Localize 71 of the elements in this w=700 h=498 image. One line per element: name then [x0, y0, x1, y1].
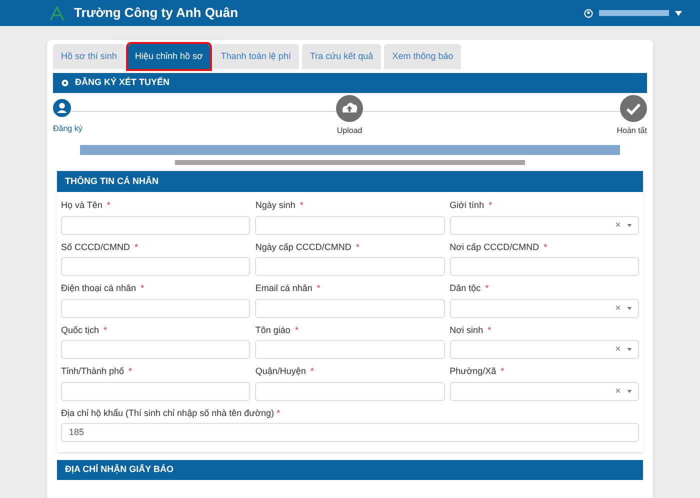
select-field[interactable]: × — [450, 382, 639, 400]
required-mark: * — [300, 200, 304, 210]
input-field[interactable] — [61, 340, 250, 359]
field-label: Số CCCD/CMND * — [61, 240, 140, 254]
required-mark: * — [316, 283, 320, 293]
select-field[interactable]: × — [450, 298, 639, 318]
field-label: Dân tộc * — [450, 282, 490, 295]
tab[interactable]: Xem thông báo — [384, 44, 462, 69]
field-label: Ngày sinh * — [255, 199, 304, 212]
field-label: Quốc tịch * — [61, 324, 108, 337]
field-label: Tỉnh/Thành phố * — [61, 365, 134, 378]
input-field[interactable] — [255, 216, 445, 234]
required-mark: * — [488, 200, 492, 210]
field-label: Email cá nhân * — [255, 282, 322, 295]
tab[interactable]: Hồ sơ thí sinh — [53, 44, 125, 69]
field-label: Nơi cấp CCCD/CMND * — [450, 240, 548, 254]
field-label: Phường/Xã * — [450, 365, 506, 378]
redacted-user-name — [599, 10, 669, 16]
required-mark: * — [104, 324, 108, 334]
step-label: Upload — [336, 125, 362, 137]
clear-button[interactable]: × — [615, 384, 621, 398]
field-label: Địa chỉ hộ khẩu (Thí sinh chỉ nhập số nhà tên đường) * — [61, 406, 282, 420]
tab[interactable]: Tra cứu kết quả — [302, 44, 382, 69]
caret-icon[interactable] — [626, 348, 632, 351]
required-mark: * — [500, 366, 504, 376]
input-field[interactable] — [255, 298, 445, 318]
caret-icon[interactable] — [675, 10, 682, 16]
required-mark: * — [488, 324, 492, 334]
input-field[interactable] — [255, 257, 445, 276]
caret-icon[interactable] — [626, 390, 632, 392]
field-label: Quận/Huyện * — [255, 365, 315, 378]
clear-button[interactable]: × — [615, 342, 621, 357]
caret-icon[interactable] — [626, 306, 632, 310]
field-label: Giới tính * — [450, 199, 494, 212]
tab[interactable]: Hiệu chỉnh hồ sơ — [128, 44, 210, 69]
logo-icon — [48, 5, 66, 21]
caret-icon[interactable] — [626, 224, 632, 226]
required-mark: * — [310, 366, 314, 376]
field-label: Điện thoại cá nhân * — [61, 282, 146, 295]
field-label: Họ và Tên * — [61, 199, 112, 212]
required-mark: * — [356, 242, 360, 252]
input-field[interactable] — [255, 382, 445, 400]
input-field[interactable] — [61, 216, 250, 234]
required-mark: * — [294, 324, 298, 334]
required-mark: * — [134, 242, 138, 252]
field-label: Nơi sinh * — [450, 324, 492, 336]
input-field[interactable] — [61, 382, 250, 400]
panel-header: THÔNG TIN CÁ NHÂN — [57, 171, 643, 192]
clear-button[interactable]: × — [615, 218, 621, 232]
step-label: Hoàn tất — [616, 125, 647, 137]
required-mark: * — [544, 242, 548, 252]
input-field[interactable] — [255, 340, 445, 359]
required-mark: * — [276, 408, 280, 418]
clear-button[interactable]: × — [615, 300, 621, 316]
input-field[interactable] — [450, 257, 639, 276]
select-field[interactable]: × — [450, 340, 639, 359]
input-field[interactable] — [61, 257, 250, 276]
required-mark: * — [106, 200, 110, 210]
required-mark: * — [485, 283, 489, 293]
field-label: Tôn giáo * — [255, 324, 300, 337]
required-mark: * — [140, 283, 144, 293]
step-label: Đăng ký — [53, 123, 82, 135]
required-mark: * — [128, 366, 132, 376]
site-title: Trường Công ty Anh Quân — [74, 4, 238, 22]
section-header: ĐỊA CHỈ NHẬN GIẤY BÁO — [57, 460, 643, 480]
field-label: Ngày cấp CCCD/CMND * — [255, 240, 360, 254]
address-field[interactable]: 185 — [61, 423, 639, 442]
section-header: ĐĂNG KÝ XÉT TUYẾN — [53, 73, 647, 93]
input-field[interactable] — [61, 298, 250, 318]
select-field[interactable]: × — [450, 216, 639, 234]
tab[interactable]: Thanh toán lệ phí — [212, 44, 299, 69]
